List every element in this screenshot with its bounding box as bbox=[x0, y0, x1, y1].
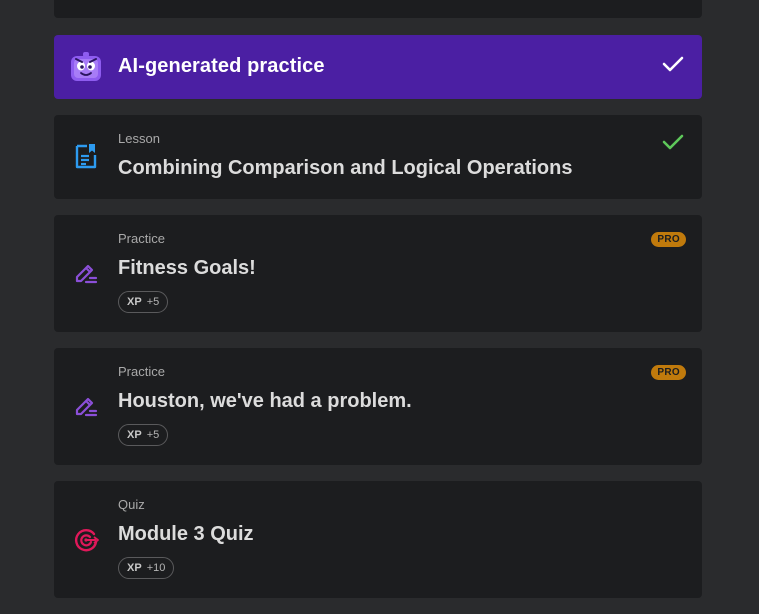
check-icon bbox=[662, 55, 684, 73]
pro-badge: PRO bbox=[651, 232, 686, 247]
pro-badge: PRO bbox=[651, 365, 686, 380]
xp-value: +5 bbox=[146, 296, 160, 308]
xp-label: XP bbox=[127, 429, 142, 441]
xp-value: +5 bbox=[146, 429, 160, 441]
practice-pencil-icon bbox=[72, 259, 100, 287]
xp-reward-badge: XP +10 bbox=[118, 557, 175, 579]
previous-item-card[interactable] bbox=[54, 0, 702, 18]
xp-label: XP bbox=[127, 562, 142, 574]
lesson-document-icon bbox=[72, 142, 100, 170]
item-title: Module 3 Quiz bbox=[118, 523, 254, 545]
ai-robot-avatar-icon bbox=[69, 52, 103, 82]
list-item-practice[interactable]: Practice PRO Houston, we've had a proble… bbox=[54, 348, 702, 465]
xp-value: +10 bbox=[146, 562, 166, 574]
list-item-lesson[interactable]: Lesson Combining Comparison and Logical … bbox=[54, 115, 702, 199]
ai-practice-title: AI-generated practice bbox=[118, 55, 325, 77]
item-kind-label: Practice bbox=[118, 364, 165, 379]
list-item-practice[interactable]: Practice PRO Fitness Goals! XP +5 bbox=[54, 215, 702, 332]
practice-pencil-icon bbox=[72, 392, 100, 420]
item-kind-label: Practice bbox=[118, 231, 165, 246]
quiz-target-icon bbox=[72, 526, 100, 554]
item-kind-label: Quiz bbox=[118, 497, 145, 512]
check-icon bbox=[662, 133, 684, 151]
xp-label: XP bbox=[127, 296, 142, 308]
module-content-list: AI-generated practice Lesson Combining C… bbox=[0, 0, 759, 614]
xp-reward-badge: XP +5 bbox=[118, 291, 169, 313]
item-title: Fitness Goals! bbox=[118, 257, 256, 279]
ai-practice-banner[interactable]: AI-generated practice bbox=[54, 35, 702, 99]
item-title: Combining Comparison and Logical Operati… bbox=[118, 157, 573, 179]
xp-reward-badge: XP +5 bbox=[118, 424, 169, 446]
list-item-quiz[interactable]: Quiz Module 3 Quiz XP +10 bbox=[54, 481, 702, 598]
item-kind-label: Lesson bbox=[118, 131, 160, 146]
item-title: Houston, we've had a problem. bbox=[118, 390, 412, 412]
